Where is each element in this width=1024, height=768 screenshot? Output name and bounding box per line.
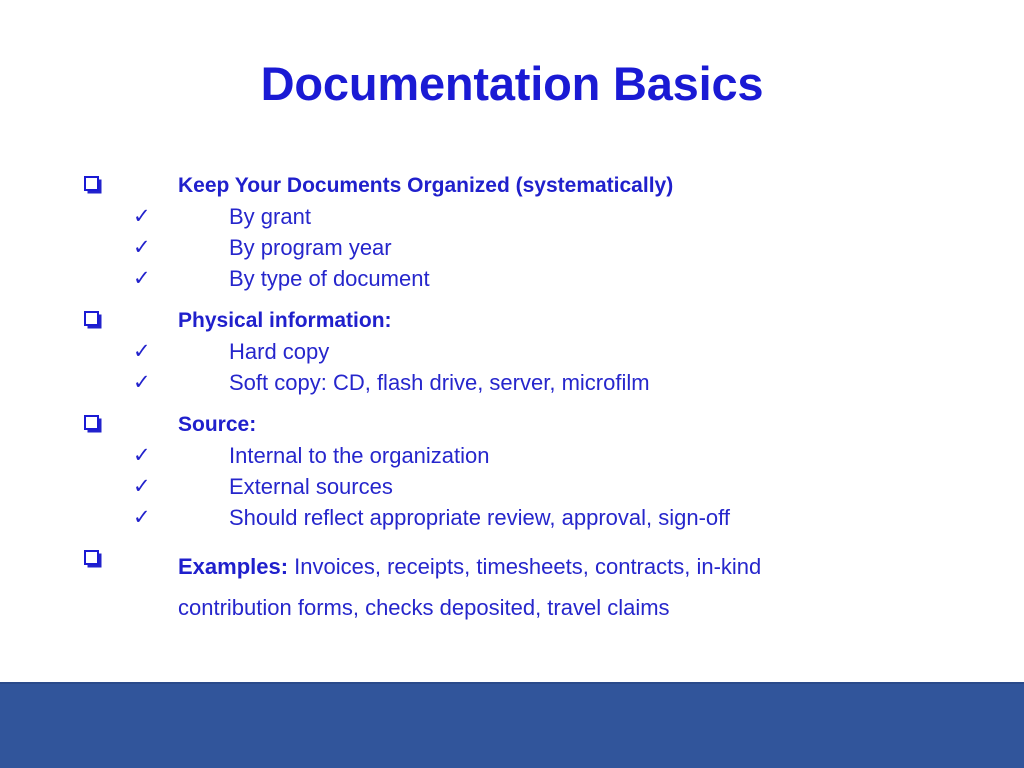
check-icon: ✓ <box>133 266 151 290</box>
check-icon: ✓ <box>133 505 151 529</box>
bullet-heading-row: Source: <box>0 411 1024 442</box>
check-icon: ✓ <box>133 204 151 228</box>
square-bullet-icon <box>84 415 99 430</box>
bullet-sub-label: Should reflect appropriate review, appro… <box>229 505 730 530</box>
bullet-sub-row: ✓ Hard copy <box>0 338 1024 369</box>
bullet-group: Keep Your Documents Organized (systemati… <box>0 172 1024 296</box>
check-icon: ✓ <box>133 474 151 498</box>
examples-paragraph: Examples: Invoices, receipts, timesheets… <box>178 546 878 628</box>
square-bullet-icon <box>84 311 99 326</box>
bullet-heading-label: Source: <box>178 413 257 436</box>
bullet-sub-label: Soft copy: CD, flash drive, server, micr… <box>229 370 650 395</box>
check-icon: ✓ <box>133 339 151 363</box>
bullet-sub-row: ✓ Soft copy: CD, flash drive, server, mi… <box>0 369 1024 400</box>
check-icon: ✓ <box>133 443 151 467</box>
bullet-sub-label: By type of document <box>229 266 430 291</box>
check-icon: ✓ <box>133 235 151 259</box>
check-icon: ✓ <box>133 370 151 394</box>
slide: Documentation Basics Keep Your Documents… <box>0 0 1024 768</box>
bullet-sub-label: Hard copy <box>229 339 330 364</box>
page-title: Documentation Basics <box>260 57 764 110</box>
bullet-sub-row: ✓ By type of document <box>0 265 1024 296</box>
bullet-sub-label: By program year <box>229 235 392 260</box>
bullet-sub-row: ✓ By grant <box>0 203 1024 234</box>
bullet-heading-row: Keep Your Documents Organized (systemati… <box>0 172 1024 203</box>
bullet-heading-label: Keep Your Documents Organized (systemati… <box>178 174 674 197</box>
bullet-sub-row: ✓ External sources <box>0 473 1024 504</box>
bullet-sub-row: ✓ By program year <box>0 234 1024 265</box>
bullet-sub-label: By grant <box>229 204 311 229</box>
square-bullet-icon <box>84 176 99 191</box>
bullet-heading-label: Physical information: <box>178 309 392 332</box>
bullet-sub-label: Internal to the organization <box>229 443 490 468</box>
bullet-sub-row: ✓ Should reflect appropriate review, app… <box>0 504 1024 535</box>
bullet-content: Keep Your Documents Organized (systemati… <box>0 172 1024 620</box>
bullet-sub-row: ✓ Internal to the organization <box>0 442 1024 473</box>
examples-label: Examples: <box>178 554 289 579</box>
square-bullet-icon <box>84 550 99 565</box>
bullet-group: Physical information: ✓ Hard copy ✓ Soft… <box>0 307 1024 400</box>
footer-band <box>0 682 1024 768</box>
bullet-sub-label: External sources <box>229 474 393 499</box>
bullet-heading-row: Physical information: <box>0 307 1024 338</box>
bullet-group: Source: ✓ Internal to the organization ✓… <box>0 411 1024 535</box>
